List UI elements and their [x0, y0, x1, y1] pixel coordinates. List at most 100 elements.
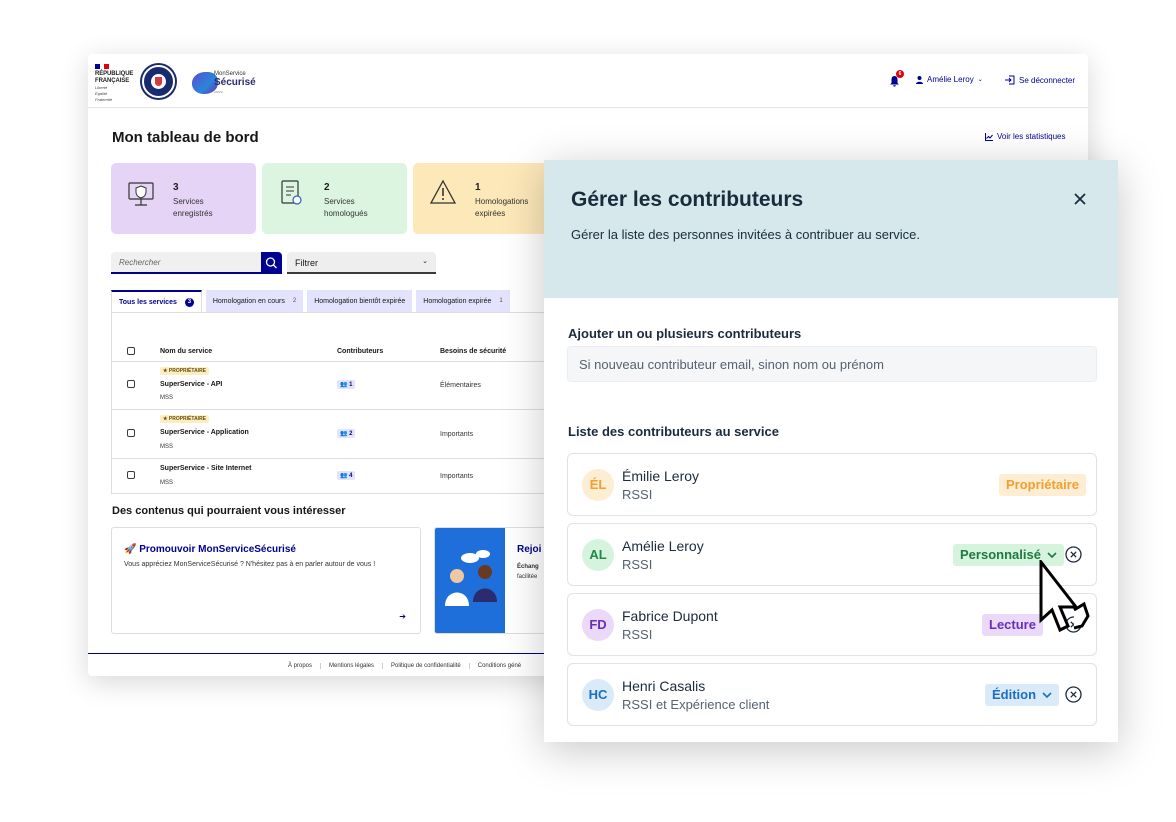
chevron-down-icon: [1047, 551, 1057, 558]
avatar: AL: [582, 539, 614, 571]
panel-title: Gérer les contributeurs: [571, 188, 804, 211]
row-checkbox[interactable]: [127, 429, 135, 437]
contributors-list-label: Liste des contributeurs au service: [568, 424, 779, 439]
avatar: HC: [582, 679, 614, 711]
certified-document-icon: [281, 180, 302, 205]
access-select-edit[interactable]: Édition: [985, 684, 1060, 706]
contributor-name: Henri Casalis: [622, 678, 706, 694]
contributor-card: FD Fabrice Dupont RSSI Lecture: [567, 593, 1097, 656]
service-name[interactable]: SuperService - Site Internet: [160, 465, 251, 472]
security-needs: Importants: [440, 431, 474, 438]
contributors-badge[interactable]: 👥 4: [337, 471, 356, 480]
search-icon: [265, 257, 277, 269]
tab-in-progress[interactable]: Homologation en cours 2: [205, 290, 304, 312]
server-shield-icon: [128, 182, 154, 206]
search-button[interactable]: [261, 252, 282, 274]
contributor-role: RSSI: [622, 627, 653, 642]
footer-link[interactable]: Politique de confidentialité: [383, 663, 470, 669]
owner-badge: ★ PROPRIÉTAIRE: [160, 367, 210, 375]
stats-link-label: Voir les statistiques: [997, 132, 1066, 141]
contributor-role: RSSI: [622, 487, 653, 502]
promo-card[interactable]: 🚀 Promouvoir MonServiceSécurisé Vous app…: [111, 527, 421, 634]
avatar: ÉL: [582, 469, 614, 501]
access-badge-owner: Propriétaire: [999, 474, 1086, 496]
promo-desc: Vous appréciez MonServiceSécurisé ? N'hé…: [124, 561, 376, 568]
monservicesecurise-logo[interactable]: MonService Sécurisé ANSSI: [192, 70, 256, 96]
chart-icon: [985, 132, 993, 141]
site-header: RÉPUBLIQUE FRANÇAISE Liberté Égalité Fra…: [88, 54, 1088, 108]
contributor-name: Amélie Leroy: [622, 538, 704, 554]
promo-title: 🚀 Promouvoir MonServiceSécurisé: [124, 544, 296, 555]
page-title: Mon tableau de bord: [112, 129, 259, 146]
col-security-needs[interactable]: Besoins de sécurité: [440, 348, 506, 355]
promo-title: Rejoi: [517, 544, 542, 555]
user-name: Amélie Leroy: [927, 75, 974, 84]
logout-link[interactable]: Se déconnecter: [1005, 75, 1075, 85]
contributor-card: AL Amélie Leroy RSSI Personnalisé: [567, 523, 1097, 586]
tab-expired[interactable]: Homologation expirée 1: [416, 290, 510, 312]
service-org: MSS: [160, 480, 174, 486]
service-name[interactable]: SuperService - API: [160, 381, 222, 388]
stat-label: Homologations expirées: [475, 197, 529, 218]
close-icon[interactable]: [1071, 190, 1089, 208]
logout-icon: [1005, 75, 1015, 85]
service-org: MSS: [160, 444, 174, 450]
row-checkbox[interactable]: [127, 380, 135, 388]
contents-title: Des contenus qui pourraient vous intéres…: [112, 505, 346, 517]
panel-subtitle: Gérer la liste des personnes invitées à …: [571, 227, 921, 242]
service-name[interactable]: SuperService - Application: [160, 429, 249, 436]
footer-link[interactable]: À propos: [280, 663, 322, 669]
chevron-down-icon: [1042, 691, 1052, 698]
tab-expiring-soon[interactable]: Homologation bientôt expirée: [307, 290, 413, 312]
contributor-role: RSSI et Expérience client: [622, 697, 770, 712]
contributor-card: HC Henri Casalis RSSI et Expérience clie…: [567, 663, 1097, 726]
republique-francaise-logo: RÉPUBLIQUE FRANÇAISE Liberté Égalité Fra…: [95, 64, 139, 102]
notifications-button[interactable]: 6: [890, 70, 904, 92]
service-tabs: Tous les services 3 Homologation en cours…: [111, 290, 510, 312]
chevron-down-icon: ⌄: [977, 77, 983, 83]
panel-header: Gérer les contributeurs Gérer la liste d…: [544, 160, 1118, 298]
promo-desc: Échang facilitée: [517, 564, 539, 580]
rf-line-2: FRANÇAISE: [95, 77, 130, 84]
contributors-badge[interactable]: 👥 2: [337, 429, 356, 438]
remove-contributor-button[interactable]: [1065, 686, 1082, 703]
promo-card-2[interactable]: Rejoi Échang facilitée: [434, 527, 554, 634]
stat-card-services[interactable]: 3 Services enregistrés: [111, 163, 256, 234]
avatar: FD: [582, 609, 614, 641]
french-flag-icon: [95, 64, 110, 69]
contributor-name: Fabrice Dupont: [622, 608, 718, 624]
footer-link[interactable]: Conditions géné: [470, 663, 529, 669]
filter-label: Filtrer: [295, 258, 318, 268]
access-select-read[interactable]: Lecture: [982, 614, 1043, 636]
filter-select[interactable]: Filtrer ⌄: [287, 252, 436, 274]
row-checkbox[interactable]: [127, 471, 135, 479]
warning-triangle-icon: [429, 179, 457, 204]
select-all-checkbox[interactable]: [127, 347, 135, 355]
logo-line-3: ANSSI: [214, 90, 224, 94]
chevron-down-icon: ⌄: [422, 258, 428, 265]
motto-1: Liberté: [95, 85, 108, 90]
rf-line-1: RÉPUBLIQUE: [95, 71, 134, 77]
contributors-badge[interactable]: 👥 1: [337, 380, 356, 389]
pointer-cursor-icon: [1039, 560, 1090, 633]
stat-number: 1: [475, 182, 481, 193]
security-needs: Importants: [440, 473, 474, 480]
stats-link[interactable]: Voir les statistiques: [985, 132, 1065, 141]
footer-link[interactable]: Mentions légales: [321, 663, 384, 669]
stat-card-expired[interactable]: 1 Homologations expirées: [413, 163, 558, 234]
contributor-card: ÉL Émilie Leroy RSSI Propriétaire: [567, 453, 1097, 516]
logo-line-2: Sécurisé: [214, 77, 256, 88]
community-illustration: [435, 528, 505, 633]
stat-label: Services homologués: [324, 197, 368, 218]
stat-card-homologated[interactable]: 2 Services homologués: [262, 163, 407, 234]
tab-all-services[interactable]: Tous les services 3: [111, 290, 202, 312]
col-service-name[interactable]: Nom du service: [160, 348, 212, 355]
footer-links: À propos Mentions légales Politique de c…: [280, 663, 529, 669]
motto-2: Égalité: [95, 91, 108, 96]
add-contributor-input[interactable]: [567, 346, 1097, 382]
add-contributors-label: Ajouter un ou plusieurs contributeurs: [568, 326, 802, 341]
col-contributors[interactable]: Contributeurs: [337, 348, 383, 355]
logout-label: Se déconnecter: [1019, 75, 1076, 85]
search-input[interactable]: Rechercher: [111, 252, 261, 274]
user-menu[interactable]: Amélie Leroy ⌄: [916, 75, 983, 84]
